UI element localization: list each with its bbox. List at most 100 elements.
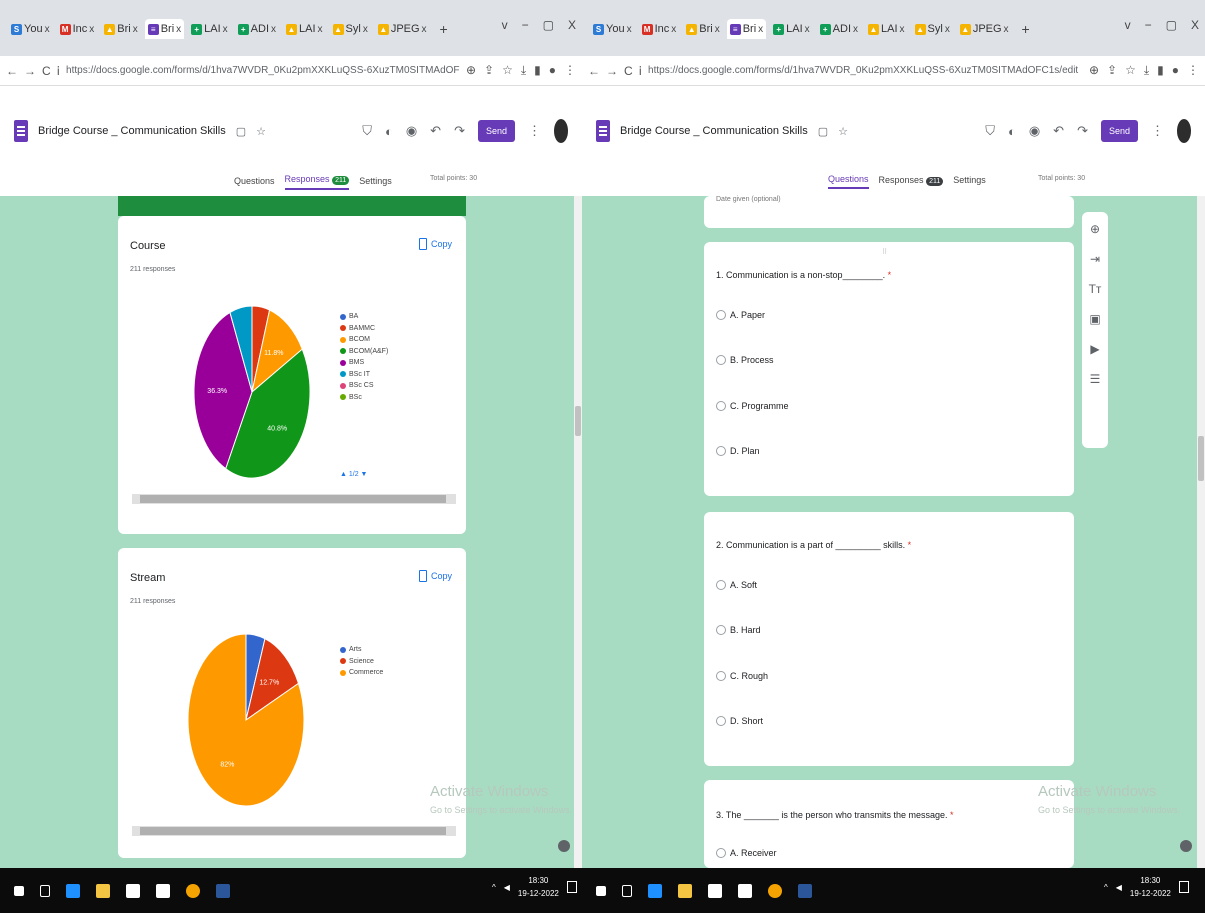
- preview-icon[interactable]: ◉: [406, 123, 417, 139]
- notification-icon[interactable]: [566, 881, 577, 893]
- store-icon[interactable]: [708, 883, 722, 898]
- new-tab-button[interactable]: +: [1016, 21, 1036, 37]
- close-tab-icon[interactable]: x: [271, 24, 276, 35]
- maximize-button[interactable]: ▢: [543, 18, 554, 32]
- volume-icon[interactable]: ◀: [504, 883, 510, 892]
- forward-icon[interactable]: →: [24, 64, 36, 78]
- close-tab-icon[interactable]: x: [176, 24, 181, 35]
- url-field[interactable]: https://docs.google.com/forms/d/1hva7WVD…: [66, 65, 460, 76]
- browser-tab[interactable]: ▲ Syl x: [330, 19, 371, 39]
- tab-questions[interactable]: Questions: [828, 174, 869, 189]
- close-tab-icon[interactable]: x: [805, 24, 810, 35]
- legend-item[interactable]: Commerce: [340, 667, 383, 679]
- close-tab-icon[interactable]: x: [422, 24, 427, 35]
- drag-handle-icon[interactable]: ⠿: [882, 248, 888, 256]
- close-tab-icon[interactable]: x: [363, 24, 368, 35]
- radio-icon[interactable]: [716, 355, 726, 365]
- zoom-icon[interactable]: ⊕: [466, 63, 476, 78]
- url-field[interactable]: https://docs.google.com/forms/d/1hva7WVD…: [648, 65, 1083, 76]
- option[interactable]: A. Receiver: [716, 848, 777, 858]
- tab-search-icon[interactable]: v: [1125, 18, 1131, 32]
- undo-icon[interactable]: ↶: [1053, 123, 1064, 139]
- browser-tab[interactable]: + LAI x: [770, 19, 813, 39]
- undo-icon[interactable]: ↶: [430, 123, 441, 139]
- close-tab-icon[interactable]: x: [45, 24, 50, 35]
- question-card[interactable]: 2. Communication is a part of _________ …: [704, 512, 1074, 766]
- redo-icon[interactable]: ↷: [454, 123, 465, 139]
- legend-item[interactable]: BA: [340, 311, 388, 323]
- task-view-icon[interactable]: [40, 884, 50, 897]
- question-card[interactable]: 3. The _______ is the person who transmi…: [704, 780, 1074, 868]
- addon-icon[interactable]: ⛉: [362, 123, 372, 139]
- legend-item[interactable]: BSc IT: [340, 369, 388, 381]
- browser-tab[interactable]: M Inc x: [639, 19, 680, 39]
- legend-item[interactable]: BAMMC: [340, 323, 388, 335]
- radio-icon[interactable]: [716, 848, 726, 858]
- forms-logo-icon[interactable]: [596, 120, 610, 142]
- preview-icon[interactable]: ◉: [1029, 123, 1040, 139]
- browser-tab[interactable]: ▲ JPEG x: [957, 19, 1012, 39]
- reload-icon[interactable]: C: [42, 64, 51, 78]
- browser-tab[interactable]: M Inc x: [57, 19, 98, 39]
- import-questions-icon[interactable]: ⇥: [1090, 252, 1100, 266]
- legend-item[interactable]: BSc CS: [340, 380, 388, 392]
- profile-icon[interactable]: ●: [549, 63, 556, 78]
- menu-icon[interactable]: ⋮: [1187, 63, 1199, 78]
- minimize-button[interactable]: −: [1145, 18, 1152, 32]
- palette-icon[interactable]: ◐: [1008, 124, 1016, 139]
- zoom-icon[interactable]: ⊕: [1089, 63, 1099, 78]
- send-button[interactable]: Send: [477, 120, 515, 142]
- tab-settings[interactable]: Settings: [359, 176, 392, 189]
- form-title[interactable]: Bridge Course _ Communication Skills: [38, 125, 226, 137]
- question-text[interactable]: 1. Communication is a non-stop________. …: [716, 270, 891, 280]
- chrome-icon[interactable]: [186, 883, 200, 898]
- close-tab-icon[interactable]: x: [1004, 24, 1009, 35]
- scroll-thumb[interactable]: [140, 827, 446, 835]
- tray-chevron-icon[interactable]: ^: [492, 883, 496, 892]
- legend-item[interactable]: BMS: [340, 357, 388, 369]
- tab-responses[interactable]: Responses 211: [284, 174, 350, 190]
- browser-tab[interactable]: ▲ Bri x: [683, 19, 722, 39]
- legend-item[interactable]: Science: [340, 656, 383, 668]
- file-explorer-icon[interactable]: [96, 883, 110, 898]
- browser-tab[interactable]: ▲ LAI x: [865, 19, 908, 39]
- radio-icon[interactable]: [716, 671, 726, 681]
- share-icon[interactable]: ⇪: [1107, 63, 1117, 78]
- new-tab-button[interactable]: +: [434, 21, 454, 37]
- folder-icon[interactable]: ▢: [818, 125, 828, 138]
- scroll-thumb[interactable]: [575, 406, 581, 436]
- start-icon[interactable]: [14, 885, 24, 896]
- bookmark-star-icon[interactable]: ☆: [502, 63, 513, 78]
- add-question-icon[interactable]: ⊕: [1090, 222, 1100, 236]
- browser-tab[interactable]: ▲ Syl x: [912, 19, 953, 39]
- close-tab-icon[interactable]: x: [133, 24, 138, 35]
- share-icon[interactable]: ⇪: [484, 63, 494, 78]
- back-icon[interactable]: ←: [588, 64, 600, 78]
- form-title[interactable]: Bridge Course _ Communication Skills: [620, 125, 808, 137]
- lock-icon[interactable]: [156, 883, 170, 898]
- site-info-icon[interactable]: ⅰ: [639, 64, 642, 78]
- redo-icon[interactable]: ↷: [1077, 123, 1088, 139]
- avatar[interactable]: [554, 119, 568, 143]
- word-icon[interactable]: [798, 883, 812, 898]
- task-view-icon[interactable]: [622, 884, 632, 897]
- star-icon[interactable]: ☆: [256, 125, 266, 138]
- browser-tab[interactable]: ≡ Bri x: [726, 19, 767, 39]
- star-icon[interactable]: ☆: [838, 125, 848, 138]
- legend-item[interactable]: Arts: [340, 644, 383, 656]
- browser-tab[interactable]: + ADI x: [235, 19, 279, 39]
- tab-settings[interactable]: Settings: [953, 175, 986, 188]
- previous-question-card[interactable]: Date given (optional): [704, 196, 1074, 228]
- clock[interactable]: 18:30 19-12-2022: [518, 874, 559, 900]
- lock-icon[interactable]: [738, 883, 752, 898]
- site-info-icon[interactable]: ⅰ: [57, 64, 60, 78]
- help-icon[interactable]: [558, 840, 570, 852]
- edge-icon[interactable]: [66, 883, 80, 898]
- close-tab-icon[interactable]: x: [853, 24, 858, 35]
- option[interactable]: B. Process: [716, 355, 774, 365]
- horizontal-scrollbar[interactable]: [132, 826, 456, 836]
- option[interactable]: C. Programme: [716, 401, 789, 411]
- sidepanel-icon[interactable]: ▮: [534, 63, 541, 78]
- close-tab-icon[interactable]: x: [715, 24, 720, 35]
- more-icon[interactable]: ⋮: [1151, 123, 1164, 139]
